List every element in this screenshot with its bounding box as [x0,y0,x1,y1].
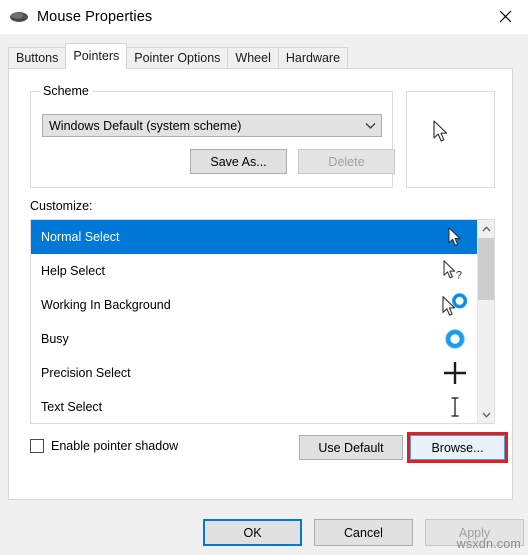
scrollbar-thumb[interactable] [478,238,494,300]
list-item-label: Text Select [41,400,103,414]
svg-text:?: ? [456,270,462,282]
list-item-label: Help Select [41,264,105,278]
list-item[interactable]: Text Select [31,390,477,423]
arrow-cursor-icon [433,120,450,147]
tab-pointer-options[interactable]: Pointer Options [126,47,229,68]
list-item-label: Precision Select [41,366,131,380]
use-default-button[interactable]: Use Default [299,435,403,460]
delete-button: Delete [298,149,395,174]
arrow-cursor-icon [433,226,477,248]
pointer-list-items: Normal Select Help Select ? Working In B… [31,220,477,423]
tab-buttons[interactable]: Buttons [8,47,67,68]
busy-ring-cursor-icon [433,328,477,350]
pointer-list[interactable]: Normal Select Help Select ? Working In B… [30,219,495,424]
list-item-label: Busy [41,332,69,346]
list-item[interactable]: Busy [31,322,477,356]
pointers-tab-panel: Scheme Windows Default (system scheme) S… [8,68,513,500]
enable-pointer-shadow-checkbox[interactable] [30,439,44,453]
window-title: Mouse Properties [37,9,153,25]
save-as-button[interactable]: Save As... [190,149,287,174]
list-item-label: Normal Select [41,230,120,244]
ok-button[interactable]: OK [203,519,302,546]
close-icon[interactable] [482,0,528,32]
tab-hardware[interactable]: Hardware [277,47,349,68]
scheme-dropdown[interactable]: Windows Default (system scheme) [42,114,382,137]
enable-pointer-shadow-label: Enable pointer shadow [51,439,179,453]
list-item[interactable]: Help Select ? [31,254,477,288]
tab-pointers[interactable]: Pointers [65,43,128,69]
list-item[interactable]: Normal Select [31,220,477,254]
tab-strip: Buttons Pointers Pointer Options Wheel H… [8,43,349,69]
customize-label: Customize: [30,199,93,213]
enable-pointer-shadow-row[interactable]: Enable pointer shadow [30,439,178,453]
watermark: wsxdn.com [456,537,521,551]
browse-button[interactable]: Browse... [410,435,505,460]
arrow-question-cursor-icon: ? [433,260,477,282]
tab-wheel[interactable]: Wheel [227,47,279,68]
title-bar: Mouse Properties [0,0,528,34]
arrow-busy-ring-cursor-icon [433,293,477,317]
scheme-group: Scheme Windows Default (system scheme) S… [30,84,395,188]
scheme-group-label: Scheme [40,84,92,98]
chevron-down-icon [359,122,381,130]
crosshair-cursor-icon [433,361,477,385]
chevron-down-icon[interactable] [478,406,494,423]
browse-button-highlight-group: Browse... [407,432,508,463]
scheme-dropdown-value: Windows Default (system scheme) [49,118,242,133]
pointer-list-scrollbar[interactable] [477,220,494,423]
pointer-preview-box [406,91,495,188]
list-item[interactable]: Precision Select [31,356,477,390]
list-item-label: Working In Background [41,298,171,312]
chevron-up-icon[interactable] [478,220,494,237]
cancel-button[interactable]: Cancel [314,519,413,546]
ibeam-cursor-icon [433,396,477,418]
mouse-icon [8,6,30,28]
list-item[interactable]: Working In Background [31,288,477,322]
